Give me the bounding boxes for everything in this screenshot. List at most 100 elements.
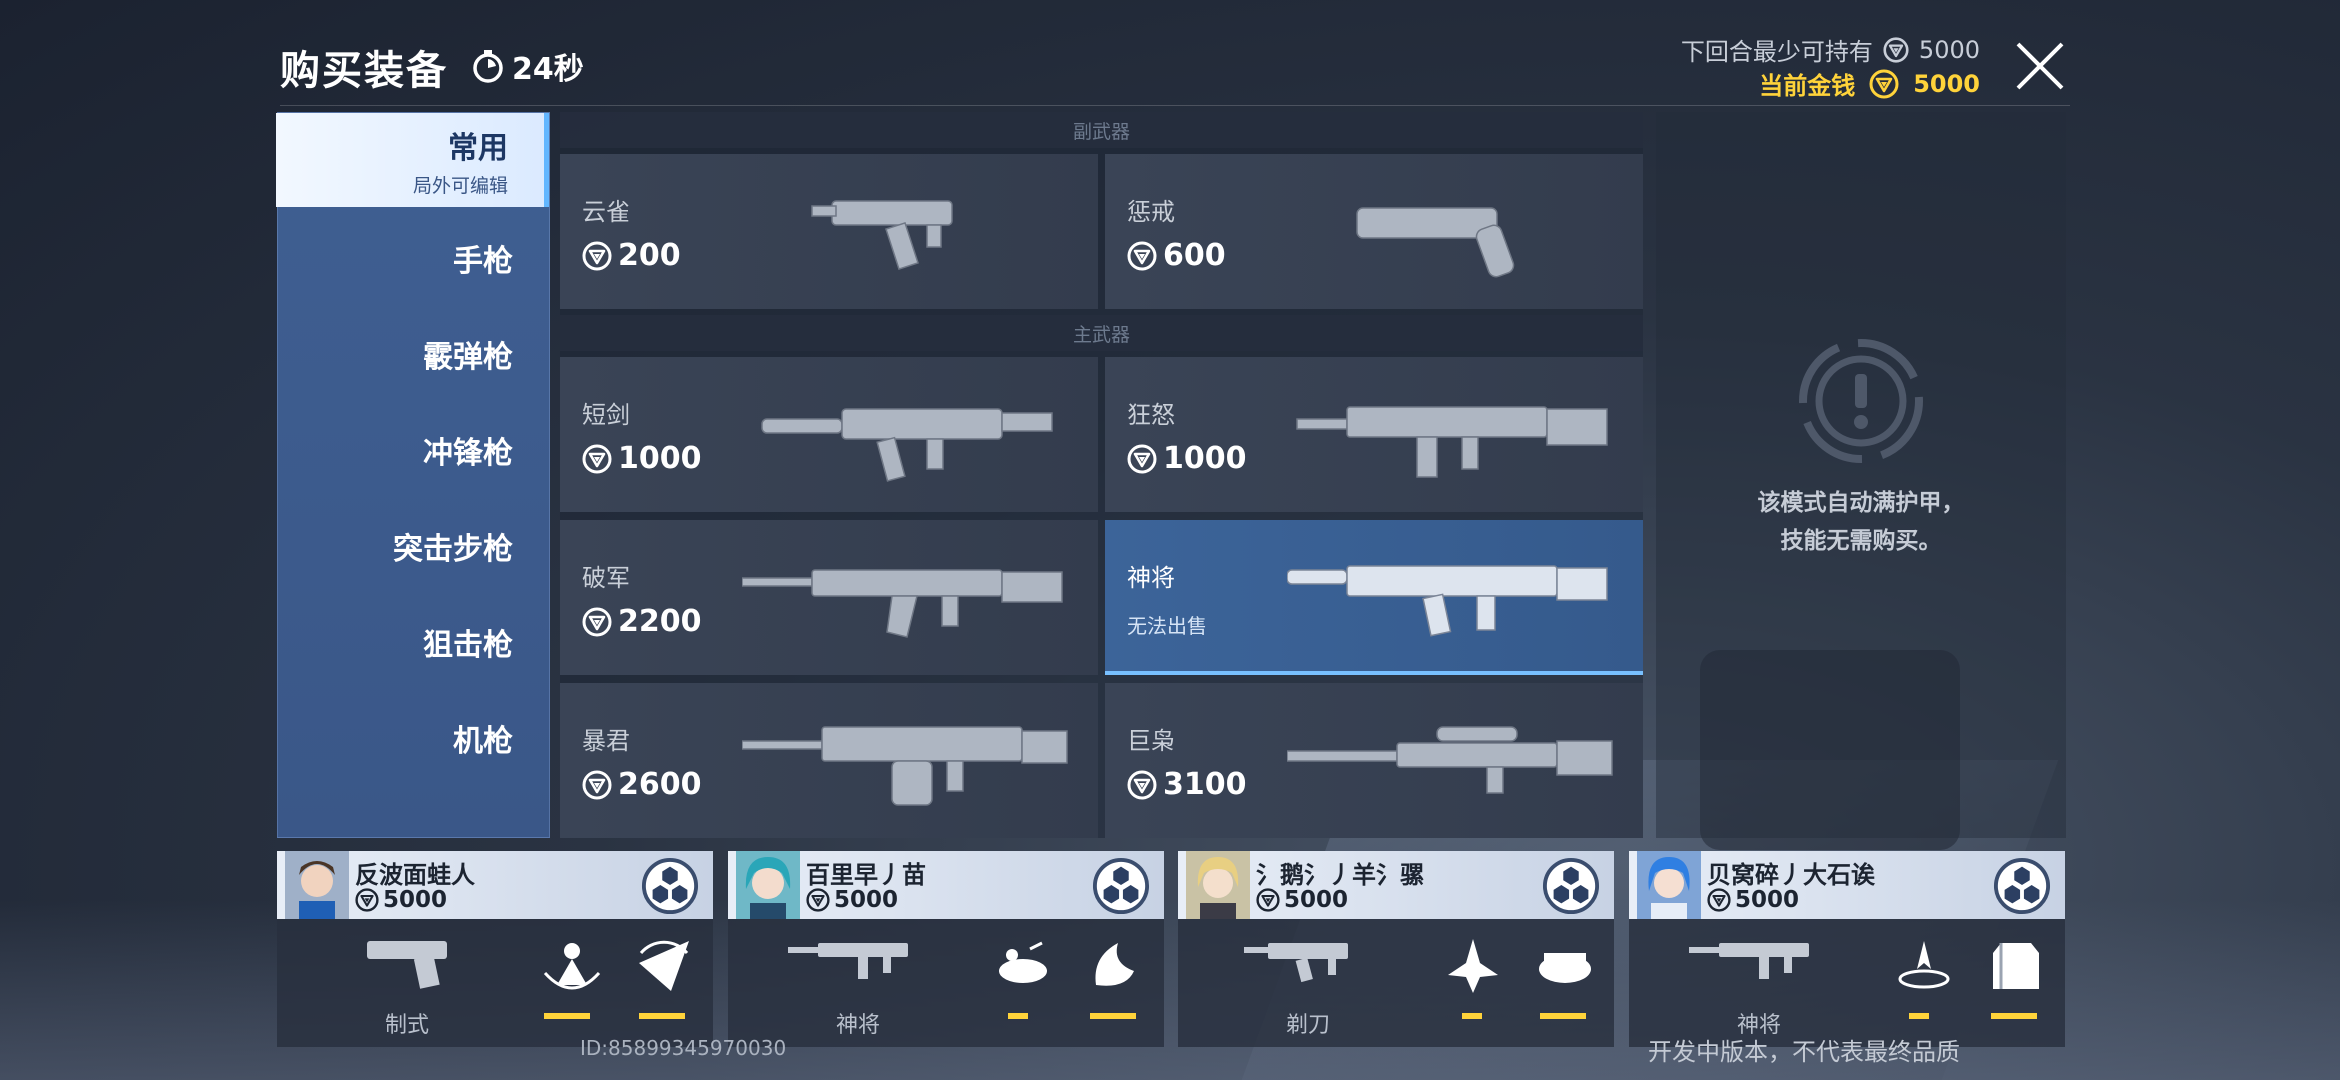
weapon-card-yunque[interactable]: 云雀 200 [560, 154, 1098, 309]
weapon-name: 破军 [582, 564, 630, 592]
section-header-primary: 主武器 [560, 315, 1643, 351]
weapon-card-duanjian[interactable]: 短剑 1000 [560, 357, 1098, 512]
player-money-value: 5000 [383, 887, 448, 913]
avatar [1186, 851, 1250, 919]
skill-charge-bar [1008, 1013, 1028, 1019]
rifle-icon [1296, 406, 1608, 478]
revolver-icon [1356, 207, 1515, 278]
weapon-card-juxiao[interactable]: 巨枭 3100 [1105, 683, 1643, 838]
min-hold-label: 下回合最少可持有 [1680, 38, 1873, 66]
coin-icon [582, 607, 612, 637]
coin-icon [806, 888, 830, 912]
weapon-price: 600 [1127, 238, 1226, 273]
sidebar-item-label: 常用 [448, 130, 508, 166]
player-money: 5000 [1707, 887, 1799, 913]
coin-icon [1869, 69, 1899, 99]
rifle-icon [1689, 943, 1809, 979]
pistol-icon [367, 941, 447, 989]
category-sidebar: 常用 局外可编辑 手枪 霰弹枪 冲锋枪 突击步枪 狙击枪 机枪 [276, 112, 550, 838]
player-money: 5000 [1256, 887, 1348, 913]
coin-icon [582, 770, 612, 800]
weapon-name: 暴君 [582, 727, 630, 755]
weapon-name: 狂怒 [1127, 401, 1175, 429]
skill-charge-bar [544, 1013, 590, 1019]
sidebar-item-label: 狙击枪 [423, 628, 513, 663]
player-card[interactable]: 反波面蛙人 5000 制式 [277, 851, 713, 1047]
skill-charge-bar [1090, 1013, 1136, 1019]
weapon-grid: 副武器 云雀 200 惩戒 600 主武器 短剑 1000 狂怒 1000 破军… [560, 112, 1643, 838]
weapon-price-value: 2200 [618, 604, 702, 639]
weapon-card-chengjie[interactable]: 惩戒 600 [1105, 154, 1643, 309]
skill-charge-bar [1909, 1013, 1929, 1019]
weapon-name: 惩戒 [1127, 198, 1175, 226]
user-id: ID:85899345970030 [580, 1036, 787, 1060]
machine-gun-icon [742, 726, 1068, 806]
sidebar-item-label: 霰弹枪 [423, 340, 513, 375]
coin-icon [582, 241, 612, 271]
current-money-value: 5000 [1913, 69, 1980, 98]
player-money: 5000 [355, 887, 447, 913]
rank-badge-icon [1542, 857, 1600, 915]
notice-line: 该模式自动满护甲， [1757, 490, 1965, 516]
weapon-card-pojun[interactable]: 破军 2200 [560, 520, 1098, 675]
dev-version-disclaimer: 开发中版本，不代表最终品质 [1648, 1038, 1960, 1066]
player-money-value: 5000 [834, 887, 899, 913]
skill-icon [999, 941, 1047, 983]
skill-charge-bar [1462, 1013, 1482, 1019]
weapon-price-value: 1000 [618, 441, 702, 476]
skill-icon [543, 943, 601, 990]
sidebar-item-assault-rifle[interactable]: 突击步枪 [276, 499, 549, 593]
sidebar-item-smg[interactable]: 冲锋枪 [276, 403, 549, 497]
sidebar-item-machine-gun[interactable]: 机枪 [276, 691, 549, 785]
weapon-price: 2200 [582, 604, 702, 639]
skill-charge-bar [1540, 1013, 1586, 1019]
warning-icon [1799, 339, 1923, 463]
player-card[interactable]: 贝窝碎丿大石诶 5000 神将 [1629, 851, 2065, 1047]
skill-charge-bar [639, 1013, 685, 1019]
player-money-value: 5000 [1284, 887, 1349, 913]
player-name: 反波面蛙人 [355, 861, 475, 889]
coin-icon [1883, 37, 1909, 63]
weapon-price-value: 200 [618, 238, 681, 273]
notice-line: 技能无需购买。 [1780, 528, 1942, 554]
weapon-price-value: 3100 [1163, 767, 1247, 802]
min-hold-value: 5000 [1918, 35, 1980, 64]
player-card[interactable]: 百里早丿苗 5000 神将 [728, 851, 1164, 1047]
smg-icon [1244, 943, 1348, 983]
player-weapon-name: 剃刀 [1285, 1013, 1330, 1038]
sidebar-item-label: 手枪 [453, 244, 513, 279]
avatar [736, 851, 800, 919]
player-card[interactable]: 氵鹅氵丿羊氵骡 5000 剃刀 [1178, 851, 1614, 1047]
sidebar-item-shotgun[interactable]: 霰弹枪 [276, 307, 549, 401]
weapon-price-value: 2600 [618, 767, 702, 802]
weapon-card-shenjiang[interactable]: 神将 无法出售 [1105, 520, 1643, 675]
rank-badge-icon [1092, 857, 1150, 915]
player-money-value: 5000 [1735, 887, 1800, 913]
cannot-sell-note: 无法出售 [1127, 614, 1207, 638]
player-name: 贝窝碎丿大石诶 [1707, 861, 1875, 889]
weapon-price-value: 1000 [1163, 441, 1247, 476]
timer-text: 24秒 [512, 52, 584, 87]
sidebar-item-sublabel: 局外可编辑 [412, 174, 508, 197]
weapon-card-kuangnu[interactable]: 狂怒 1000 [1105, 357, 1643, 512]
sidebar-item-common[interactable]: 常用 局外可编辑 [276, 113, 549, 207]
auto-armor-notice: 该模式自动满护甲， 技能无需购买。 [1656, 484, 2066, 560]
weapon-price: 2600 [582, 767, 702, 802]
round-timer: 24秒 [470, 44, 584, 88]
smg-icon [761, 408, 1053, 482]
avatar [1637, 851, 1701, 919]
weapon-price-value: 600 [1163, 238, 1226, 273]
min-hold-row: 下回合最少可持有 5000 [1681, 32, 1980, 67]
sidebar-item-sniper[interactable]: 狙击枪 [276, 595, 549, 689]
sidebar-item-pistol[interactable]: 手枪 [276, 211, 549, 305]
smg-pistol-icon [811, 200, 953, 271]
coin-icon [1256, 888, 1280, 912]
sidebar-item-label: 突击步枪 [393, 532, 513, 567]
weapon-card-baojun[interactable]: 暴君 2600 [560, 683, 1098, 838]
skill-icon [1898, 941, 1950, 989]
coin-icon [1127, 241, 1157, 271]
close-icon[interactable] [2010, 36, 2070, 96]
player-name: 百里早丿苗 [806, 861, 926, 889]
rifle-icon [1287, 565, 1608, 637]
skill-icon [1095, 943, 1134, 986]
